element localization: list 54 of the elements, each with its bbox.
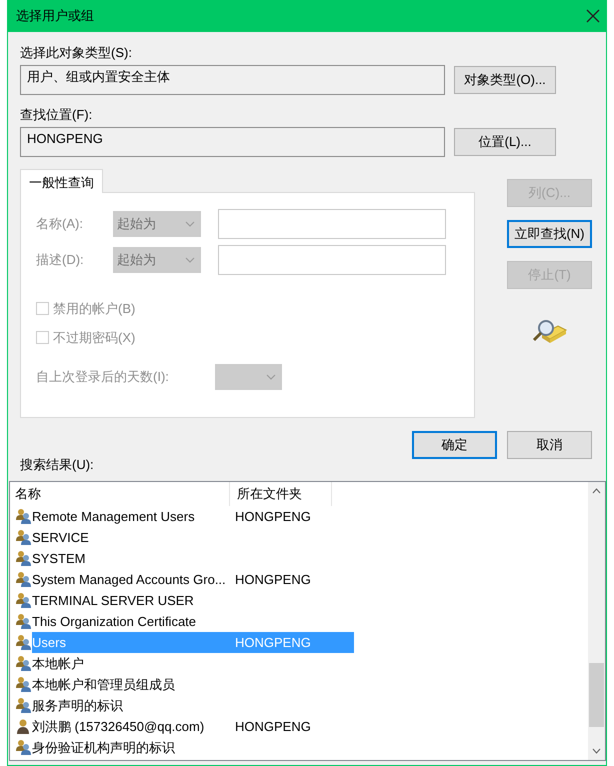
window-title: 选择用户或组: [16, 7, 94, 26]
field-label: 选择此对象类型(S):: [20, 44, 133, 62]
group-icon: [15, 676, 32, 693]
scroll-down-icon[interactable]: [592, 748, 601, 754]
field-label: 描述(D):: [36, 251, 85, 270]
result-row[interactable]: 身份验证机构声明的标识: [32, 737, 354, 758]
location-button[interactable]: 位置(L)...: [454, 128, 556, 156]
group-icon: [15, 529, 32, 546]
result-row[interactable]: System Managed Accounts Gro... HONGPENG: [32, 569, 354, 590]
text-field[interactable]: [218, 245, 446, 275]
group-icon: [15, 697, 32, 714]
search-icon: [532, 318, 568, 346]
checkbox-label: 不过期密码(X): [53, 328, 136, 347]
group-icon: [15, 571, 32, 588]
results-label: 搜索结果(U):: [20, 456, 95, 474]
result-row[interactable]: This Organization Certificate: [32, 611, 354, 632]
group-icon: [15, 634, 32, 651]
column-header[interactable]: 所在文件夹: [230, 482, 332, 506]
scrollbar[interactable]: [588, 482, 605, 760]
user-icon: [15, 718, 32, 735]
group-icon: [15, 613, 32, 630]
caret-icon: [185, 257, 195, 263]
side-button[interactable]: 立即查找(N): [507, 220, 592, 248]
result-row[interactable]: 服务声明的标识: [32, 695, 354, 716]
result-row[interactable]: Remote Management Users HONGPENG: [32, 506, 354, 527]
object-types-button[interactable]: 对象类型(O)...: [454, 66, 556, 94]
column-header[interactable]: 名称: [10, 482, 230, 506]
ok-button[interactable]: 确定: [412, 431, 497, 459]
group-icon: [15, 592, 32, 609]
checkbox-label: 禁用的帐户(B): [53, 300, 136, 318]
group-icon: [15, 508, 32, 525]
group-icon: [15, 655, 32, 672]
field-label: 查找位置(F):: [20, 106, 94, 124]
object-type-field[interactable]: 用户、组或内置安全主体: [20, 65, 445, 95]
scroll-up-icon[interactable]: [592, 488, 601, 494]
close-icon[interactable]: [586, 9, 600, 23]
text-field[interactable]: [218, 209, 446, 239]
group-icon: [15, 739, 32, 756]
result-row[interactable]: 本地帐户: [32, 653, 354, 674]
caret-icon: [266, 374, 276, 380]
tab[interactable]: 一般性查询: [20, 169, 103, 193]
group-icon: [15, 550, 32, 567]
scroll-thumb[interactable]: [589, 663, 604, 727]
result-row[interactable]: 刘洪鹏 (157326450@qq.com) HONGPENG: [32, 716, 354, 737]
field-label: 名称(A):: [36, 215, 84, 234]
result-row[interactable]: TERMINAL SERVER USER: [32, 590, 354, 611]
caret-icon: [185, 221, 195, 227]
location-field[interactable]: HONGPENG: [20, 127, 445, 157]
field-label: 自上次登录后的天数(I):: [36, 368, 170, 386]
days-dropdown[interactable]: [215, 364, 282, 390]
result-row[interactable]: 本地帐户和管理员组成员: [32, 674, 354, 695]
result-row[interactable]: SERVICE: [32, 527, 354, 548]
cancel-button[interactable]: 取消: [507, 431, 592, 459]
result-row[interactable]: SYSTEM: [32, 548, 354, 569]
